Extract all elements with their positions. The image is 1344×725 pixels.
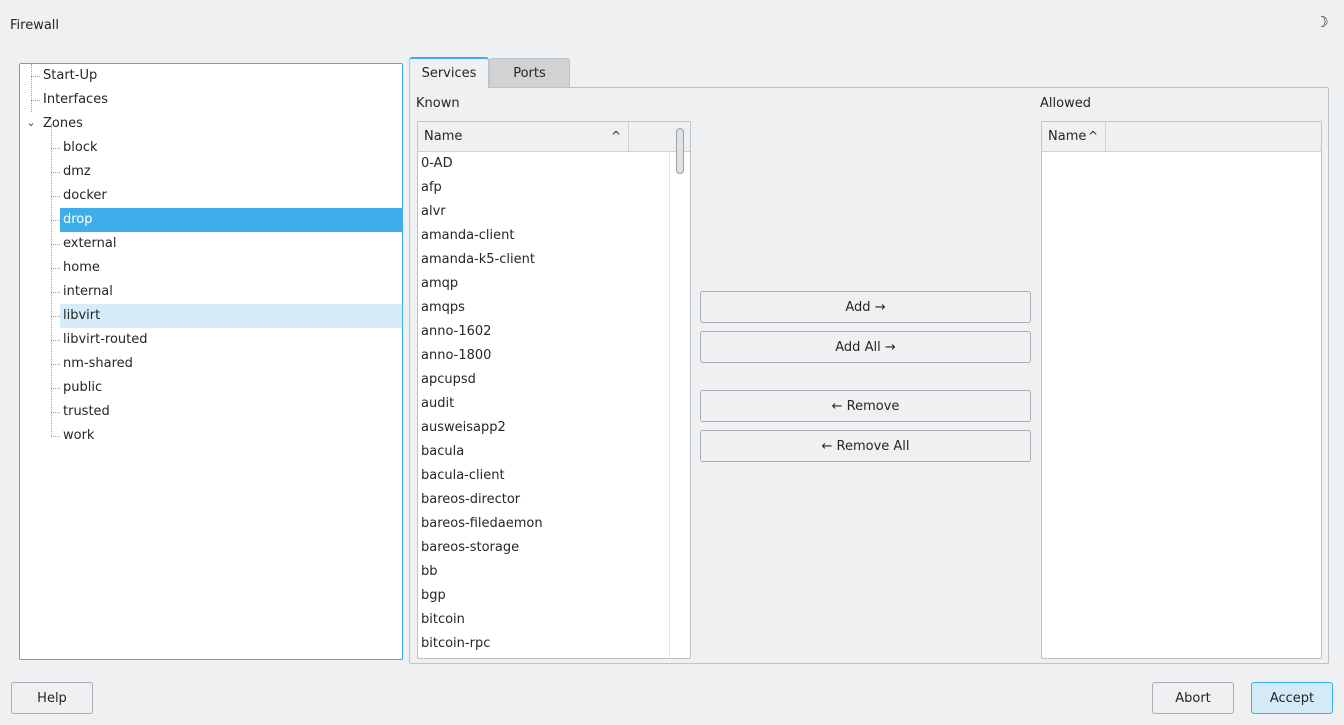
list-item[interactable]: bacula-client xyxy=(418,464,669,488)
tree-connector xyxy=(51,244,60,245)
tree-connector xyxy=(51,340,60,341)
tree-item-label: libvirt-routed xyxy=(63,332,148,347)
tree-item-work[interactable]: work xyxy=(60,424,402,448)
window-title: Firewall xyxy=(10,18,60,33)
list-item[interactable]: afp xyxy=(418,176,669,200)
tree-item-label: Interfaces xyxy=(43,92,108,107)
add-button[interactable]: Add → xyxy=(700,291,1031,323)
tree-connector xyxy=(51,148,60,149)
tree-connector xyxy=(51,292,60,293)
column-header-label: Name xyxy=(424,129,463,144)
column-header-name[interactable]: Name ^ xyxy=(418,122,629,151)
list-item[interactable]: bgp xyxy=(418,584,669,608)
list-item[interactable]: anno-1602 xyxy=(418,320,669,344)
list-item[interactable]: bitcoin-rpc xyxy=(418,632,669,656)
known-rows: 0-AD afp alvr amanda-client amanda-k5-client… xyxy=(418,152,669,656)
remove-all-button[interactable]: ← Remove All xyxy=(700,430,1031,462)
tab-services[interactable]: Services xyxy=(409,57,489,88)
moon-icon[interactable]: ☽ xyxy=(1314,14,1330,30)
tree-connector xyxy=(51,364,60,365)
list-divider xyxy=(669,152,670,658)
tree-item-label: block xyxy=(63,140,98,155)
sort-ascending-icon: ^ xyxy=(1088,129,1099,143)
tree-item-label: public xyxy=(63,380,103,395)
tree-connector xyxy=(51,220,60,221)
tree-item-trusted[interactable]: trusted xyxy=(60,400,402,424)
list-item[interactable]: alvr xyxy=(418,200,669,224)
tree-connector xyxy=(51,268,60,269)
tree-item-interfaces[interactable]: Interfaces xyxy=(40,88,402,112)
scrollbar-handle[interactable] xyxy=(676,128,684,174)
tree-item-external[interactable]: external xyxy=(60,232,402,256)
list-item[interactable]: bb xyxy=(418,560,669,584)
tree-connector xyxy=(51,412,60,413)
tab-ports[interactable]: Ports xyxy=(489,58,570,88)
tree-item-dmz[interactable]: dmz xyxy=(60,160,402,184)
navigation-tree[interactable]: Start-Up Interfaces Zones ⌄ block dmz docker dr… xyxy=(19,63,403,660)
tree-item-home[interactable]: home xyxy=(60,256,402,280)
list-item[interactable]: bareos-storage xyxy=(418,536,669,560)
list-item[interactable]: 0-AD xyxy=(418,152,669,176)
tree-item-libvirt[interactable]: libvirt xyxy=(60,304,402,328)
tree-item-start-up[interactable]: Start-Up xyxy=(40,64,402,88)
list-item[interactable]: bareos-director xyxy=(418,488,669,512)
tree-item-label: internal xyxy=(63,284,113,299)
list-item[interactable]: amanda-client xyxy=(418,224,669,248)
tree-item-zones[interactable]: Zones xyxy=(40,112,402,136)
sort-ascending-icon: ^ xyxy=(611,129,622,143)
tree-item-label: Zones xyxy=(43,116,83,131)
tree-item-label: docker xyxy=(63,188,107,203)
tree-item-drop[interactable]: drop xyxy=(60,208,402,232)
allowed-services-list[interactable]: Name ^ xyxy=(1041,121,1322,659)
tree-connector xyxy=(51,388,60,389)
tree-item-block[interactable]: block xyxy=(60,136,402,160)
tree-connector xyxy=(51,316,60,317)
tree-item-label: dmz xyxy=(63,164,91,179)
accept-button[interactable]: Accept xyxy=(1251,682,1333,714)
tree-item-label: nm-shared xyxy=(63,356,133,371)
list-item[interactable]: amqp xyxy=(418,272,669,296)
list-item[interactable]: amanda-k5-client xyxy=(418,248,669,272)
list-item[interactable]: apcupsd xyxy=(418,368,669,392)
list-item[interactable]: anno-1800 xyxy=(418,344,669,368)
tree-item-label: work xyxy=(63,428,95,443)
list-item[interactable]: amqps xyxy=(418,296,669,320)
chevron-down-icon[interactable]: ⌄ xyxy=(24,112,38,136)
tree-item-label: Start-Up xyxy=(43,68,98,83)
tree-item-public[interactable]: public xyxy=(60,376,402,400)
list-item[interactable]: bitcoin xyxy=(418,608,669,632)
remove-button[interactable]: ← Remove xyxy=(700,390,1031,422)
column-header-name[interactable]: Name ^ xyxy=(1042,122,1106,151)
help-button[interactable]: Help xyxy=(11,682,93,714)
add-all-button[interactable]: Add All → xyxy=(700,331,1031,363)
tree-item-label: drop xyxy=(63,212,93,227)
tree-item-docker[interactable]: docker xyxy=(60,184,402,208)
tree-connector xyxy=(51,124,52,436)
tree-connector xyxy=(31,100,40,101)
tree-item-label: libvirt xyxy=(63,308,101,323)
list-item[interactable]: bareos-filedaemon xyxy=(418,512,669,536)
tree-connector xyxy=(51,196,60,197)
list-item[interactable]: audit xyxy=(418,392,669,416)
tree-item-label: external xyxy=(63,236,117,251)
tree-item-internal[interactable]: internal xyxy=(60,280,402,304)
abort-button[interactable]: Abort xyxy=(1152,682,1234,714)
known-services-list[interactable]: Name ^ 0-AD afp alvr amanda-client amanda-k5… xyxy=(417,121,691,659)
column-header-label: Name xyxy=(1048,129,1087,144)
tree-item-nm-shared[interactable]: nm-shared xyxy=(60,352,402,376)
list-item[interactable]: ausweisapp2 xyxy=(418,416,669,440)
allowed-label: Allowed xyxy=(1040,96,1091,111)
tree-item-label: home xyxy=(63,260,100,275)
tree-connector xyxy=(51,436,60,437)
tree-connector xyxy=(31,76,40,77)
tree-item-label: trusted xyxy=(63,404,110,419)
tree-item-libvirt-routed[interactable]: libvirt-routed xyxy=(60,328,402,352)
allowed-list-header: Name ^ xyxy=(1042,122,1321,152)
tree-connector xyxy=(51,172,60,173)
list-item[interactable]: bacula xyxy=(418,440,669,464)
known-list-header: Name ^ xyxy=(418,122,690,152)
known-label: Known xyxy=(416,96,460,111)
tree-connector xyxy=(31,64,32,112)
